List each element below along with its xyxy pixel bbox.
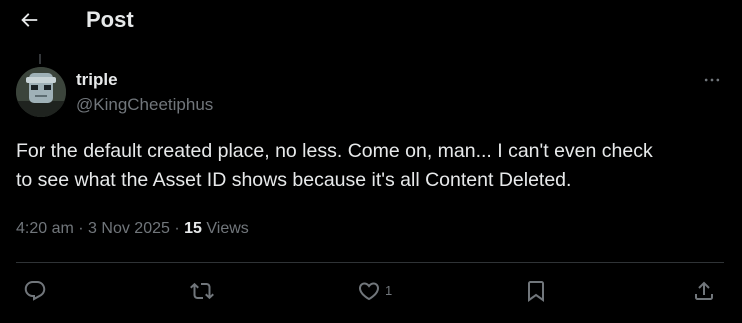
views-link[interactable]: 15 Views <box>184 220 249 237</box>
post-date[interactable]: 3 Nov 2025 <box>88 220 170 237</box>
more-horizontal-icon <box>704 78 720 82</box>
repost-button[interactable] <box>190 279 214 303</box>
back-button[interactable] <box>14 5 44 35</box>
action-bar: 1 <box>0 270 742 312</box>
divider <box>16 262 724 263</box>
like-button[interactable]: 1 <box>357 279 392 303</box>
views-count: 15 <box>184 220 202 237</box>
author-handle[interactable]: @KingCheetiphus <box>76 95 213 115</box>
post-metadata: 4:20 am · 3 Nov 2025 · 15 Views <box>16 218 249 240</box>
post-text: For the default created place, no less. … <box>16 140 653 191</box>
avatar-image <box>16 67 66 117</box>
post-time[interactable]: 4:20 am <box>16 220 74 237</box>
meta-separator: · <box>174 220 180 237</box>
share-icon <box>695 281 713 300</box>
reply-icon <box>24 281 46 301</box>
arrow-left-icon <box>21 13 38 27</box>
page-title: Post <box>86 7 134 32</box>
author-display-name[interactable]: triple <box>76 70 118 90</box>
like-count: 1 <box>385 283 393 298</box>
thread-connector-line <box>39 54 41 64</box>
avatar[interactable] <box>16 67 66 117</box>
page-header: Post <box>0 0 742 42</box>
meta-separator: · <box>78 220 84 237</box>
bookmark-icon <box>528 281 544 302</box>
views-label: Views <box>206 220 249 237</box>
reply-button[interactable] <box>23 279 47 303</box>
heart-icon <box>358 282 380 301</box>
share-button[interactable] <box>692 279 716 303</box>
bookmark-button[interactable] <box>524 279 548 303</box>
more-options-button[interactable] <box>698 70 726 90</box>
repost-icon <box>190 282 214 300</box>
